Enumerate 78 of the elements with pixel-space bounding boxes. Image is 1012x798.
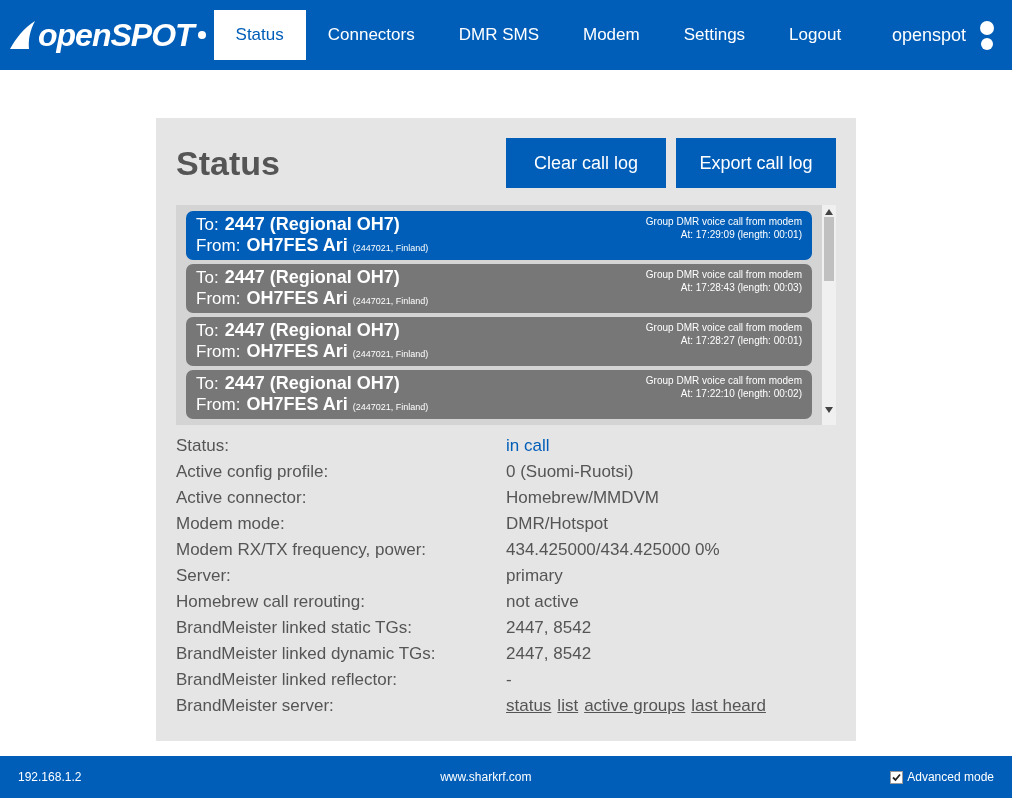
callsign: OH7FES Ari <box>246 394 348 414</box>
info-value: 434.425000/434.425000 0% <box>506 540 720 560</box>
page-title: Status <box>176 143 280 183</box>
caller-detail: (2447021, Finland) <box>352 243 429 253</box>
info-label: BrandMeister linked dynamic TGs: <box>176 644 437 664</box>
nav-tab[interactable]: Connectors <box>305 10 437 60</box>
call-time: At: 17:22:10 (length: 00:02) <box>680 387 802 400</box>
info-label: BrandMeister linked reflector: <box>176 670 399 690</box>
advanced-mode-label: Advanced mode <box>907 770 994 784</box>
call-entry[interactable]: To: 2447 (Regional OH7) From: OH7FES Ari (2447021, Finland) Group DMR voice call from modem At: 17:29:09 (length: 00:01) <box>186 211 812 260</box>
talkgroup: 2447 (Regional OH7) <box>224 267 400 287</box>
status-value: in call <box>506 436 550 456</box>
server-link[interactable]: list <box>557 696 579 716</box>
call-type: Group DMR voice call from modem <box>645 374 802 387</box>
info-value: DMR/Hotspot <box>506 514 609 534</box>
scroll-down-icon[interactable] <box>825 407 833 413</box>
talkgroup: 2447 (Regional OH7) <box>224 214 400 234</box>
from-label: From: <box>196 395 241 414</box>
info-label: BrandMeister server: <box>176 696 335 716</box>
website-link[interactable]: www.sharkrf.com <box>440 770 532 784</box>
dot-icon <box>197 31 206 39</box>
call-entry[interactable]: To: 2447 (Regional OH7) From: OH7FES Ari (2447021, Finland) Group DMR voice call from modem At: 17:28:43 (length: 00:03) <box>186 264 812 313</box>
call-time: At: 17:28:43 (length: 00:03) <box>680 281 802 294</box>
info-value: Homebrew/MMDVM <box>506 488 660 508</box>
callsign: OH7FES Ari <box>246 341 348 361</box>
server-link[interactable]: status <box>506 696 552 716</box>
info-value: 2447, 8542 <box>506 644 592 664</box>
call-log-button[interactable]: Clear call log <box>506 138 666 188</box>
call-entry[interactable]: To: 2447 (Regional OH7) From: OH7FES Ari (2447021, Finland) Group DMR voice call from modem At: 17:28:27 (length: 00:01) <box>186 317 812 366</box>
nav-tab[interactable]: Settings <box>661 10 768 60</box>
call-type: Group DMR voice call from modem <box>645 215 802 228</box>
call-entry[interactable]: To: 2447 (Regional OH7) From: OH7FES Ari (2447021, Finland) Group DMR voice call from modem At: 17:22:10 (length: 00:02) <box>186 370 812 419</box>
fin-icon <box>8 20 36 50</box>
nav-tab[interactable]: Modem <box>561 10 662 60</box>
info-value: not active <box>506 592 579 612</box>
info-value: 2447, 8542 <box>506 618 592 638</box>
info-label: BrandMeister linked static TGs: <box>176 618 413 638</box>
menu-icon[interactable] <box>980 20 994 50</box>
info-label: Modem RX/TX frequency, power: <box>176 540 428 560</box>
to-label: To: <box>196 268 219 287</box>
info-label: Active connector: <box>176 488 308 508</box>
nav-tab[interactable]: Logout <box>767 10 864 60</box>
talkgroup: 2447 (Regional OH7) <box>224 373 400 393</box>
caller-detail: (2447021, Finland) <box>352 402 429 412</box>
to-label: To: <box>196 374 219 393</box>
device-name: openspot <box>891 24 966 46</box>
scroll-up-icon[interactable] <box>825 209 833 215</box>
scrollbar[interactable] <box>822 205 836 425</box>
call-log-button[interactable]: Export call log <box>676 138 836 188</box>
caller-detail: (2447021, Finland) <box>352 296 429 306</box>
info-value: - <box>506 670 512 690</box>
from-label: From: <box>196 236 241 255</box>
scroll-thumb[interactable] <box>824 217 834 281</box>
caller-detail: (2447021, Finland) <box>352 349 429 359</box>
server-link[interactable]: active groups <box>584 696 686 716</box>
info-label: Modem mode: <box>176 514 286 534</box>
info-label: Homebrew call rerouting: <box>176 592 366 612</box>
advanced-mode-checkbox[interactable] <box>890 770 904 784</box>
to-label: To: <box>196 321 219 340</box>
call-time: At: 17:29:09 (length: 00:01) <box>680 228 802 241</box>
call-time: At: 17:28:27 (length: 00:01) <box>680 334 802 347</box>
info-label: Server: <box>176 566 232 586</box>
call-type: Group DMR voice call from modem <box>645 268 802 281</box>
server-link[interactable]: last heard <box>691 696 766 716</box>
info-label: Active config profile: <box>176 462 330 482</box>
info-value: primary <box>506 566 563 586</box>
call-type: Group DMR voice call from modem <box>645 321 802 334</box>
from-label: From: <box>196 289 241 308</box>
info-label: Status: <box>176 436 230 456</box>
talkgroup: 2447 (Regional OH7) <box>224 320 400 340</box>
info-value: 0 (Suomi-Ruotsi) <box>506 462 634 482</box>
callsign: OH7FES Ari <box>246 235 348 255</box>
to-label: To: <box>196 215 219 234</box>
ip-address: 192.168.1.2 <box>18 770 82 784</box>
nav-tab[interactable]: DMR SMS <box>436 10 561 60</box>
nav-tab[interactable]: Status <box>213 10 306 60</box>
from-label: From: <box>196 342 241 361</box>
callsign: OH7FES Ari <box>246 288 348 308</box>
